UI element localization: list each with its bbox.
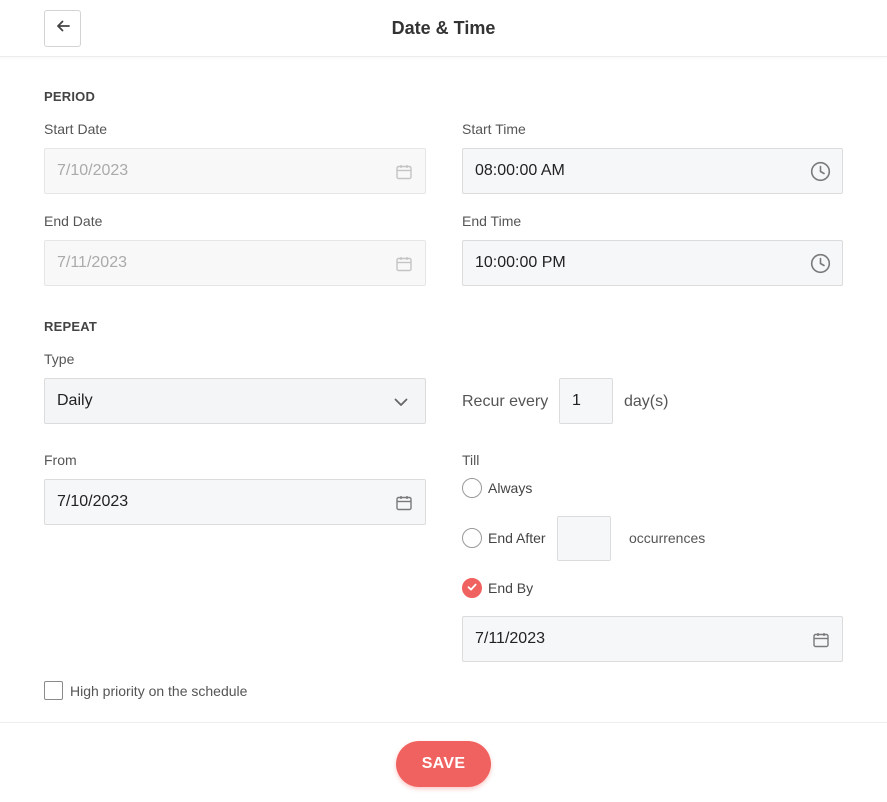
radio-end-by[interactable] [462,578,482,598]
from-date-value: 7/10/2023 [57,493,129,510]
recur-unit-label: day(s) [624,393,669,410]
high-priority-label: High priority on the schedule [70,682,248,699]
repeat-section-title: REPEAT [44,319,97,334]
occurrences-input[interactable] [557,516,611,561]
period-section-title: PERIOD [44,89,96,104]
occurrences-label: occurrences [629,530,706,546]
start-time-label: Start Time [462,121,526,137]
till-always-option[interactable]: Always [462,478,532,498]
end-time-field[interactable]: 10:00:00 PM [462,240,843,286]
calendar-icon [393,161,414,182]
start-date-value: 7/10/2023 [57,162,129,179]
start-date-label: Start Date [44,121,108,137]
till-end-after-option[interactable]: End After [462,528,546,548]
end-by-date-value: 7/11/2023 [475,630,545,647]
start-date-field: 7/10/2023 [44,148,426,194]
recur-every-label: Recur every [462,393,549,410]
end-date-value: 7/11/2023 [57,254,127,271]
from-label: From [44,452,77,468]
save-button[interactable]: SAVE [396,741,491,787]
chevron-down-icon [390,391,411,412]
recur-interval-input[interactable]: 1 [559,378,613,424]
high-priority-checkbox[interactable] [44,681,63,700]
till-always-label: Always [488,480,533,496]
type-selected-value: Daily [57,392,93,409]
calendar-icon[interactable] [810,629,831,650]
till-end-by-option[interactable]: End By [462,578,533,598]
end-date-label: End Date [44,213,103,229]
type-label: Type [44,351,75,367]
calendar-icon[interactable] [393,492,414,513]
from-date-field[interactable]: 7/10/2023 [44,479,426,525]
till-end-by-label: End By [488,580,534,596]
end-time-value: 10:00:00 PM [475,254,566,271]
calendar-icon [393,253,414,274]
radio-always[interactable] [462,478,482,498]
clock-icon[interactable] [810,253,831,274]
end-by-date-field[interactable]: 7/11/2023 [462,616,843,662]
high-priority-option[interactable]: High priority on the schedule [44,681,247,700]
start-time-field[interactable]: 08:00:00 AM [462,148,843,194]
type-dropdown[interactable]: Daily [44,378,426,424]
header-bar: Date & Time [0,0,887,57]
recur-interval-value: 1 [572,392,581,409]
till-end-after-label: End After [488,530,546,546]
clock-icon[interactable] [810,161,831,182]
check-icon [466,580,478,596]
page-title: Date & Time [391,18,496,38]
till-label: Till [462,452,480,468]
start-time-value: 08:00:00 AM [475,162,565,179]
radio-end-after[interactable] [462,528,482,548]
end-date-field: 7/11/2023 [44,240,426,286]
end-time-label: End Time [462,213,522,229]
